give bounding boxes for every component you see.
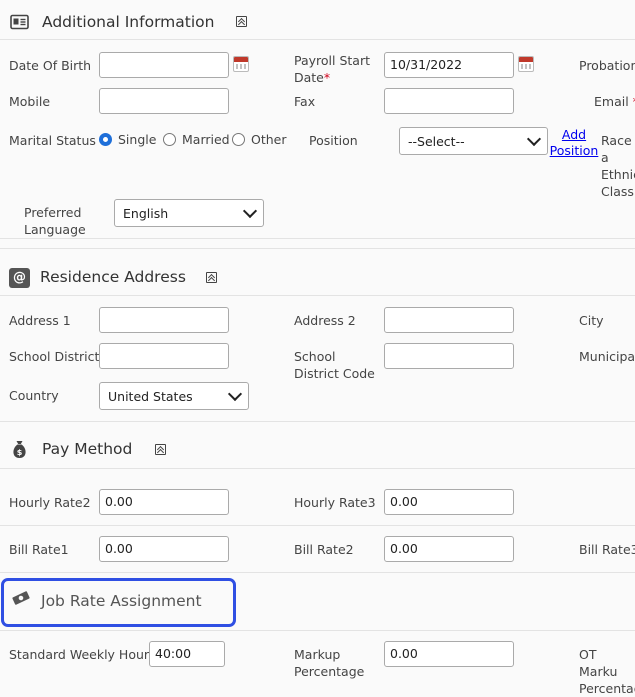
- email-label: Email *: [594, 93, 635, 110]
- date-of-birth-field[interactable]: [99, 52, 229, 78]
- divider: [0, 39, 635, 40]
- standard-weekly-hours-field[interactable]: 40:00: [149, 641, 225, 667]
- at-sign-icon: @: [9, 268, 30, 288]
- hourly-rate2-label: Hourly Rate2: [9, 495, 91, 510]
- preferred-language-label: Preferred Language: [24, 205, 86, 237]
- svg-text:$: $: [17, 448, 23, 457]
- calendar-icon[interactable]: [518, 56, 534, 72]
- school-district-code-field[interactable]: [384, 343, 514, 369]
- preferred-language-select[interactable]: English: [114, 199, 264, 227]
- payroll-start-date-label: Payroll Start Date*: [294, 52, 374, 86]
- divider: [0, 572, 635, 573]
- city-label: City: [579, 313, 604, 328]
- required-asterisk: *: [323, 70, 331, 85]
- divider: [0, 295, 635, 296]
- standard-weekly-hours-label: Standard Weekly Hours: [9, 647, 156, 662]
- id-card-icon: [10, 14, 29, 30]
- marital-status-label: Marital Status: [9, 133, 96, 148]
- mobile-label: Mobile: [9, 94, 51, 109]
- radio-other[interactable]: [232, 133, 245, 146]
- address-1-field[interactable]: [99, 307, 229, 333]
- divider: [0, 248, 635, 249]
- divider: [0, 468, 635, 469]
- collapse-residence-address-icon[interactable]: [206, 272, 217, 283]
- municipality-label: Municipall: [579, 349, 635, 364]
- preferred-language-value: English: [123, 205, 169, 221]
- country-label: Country: [9, 388, 59, 403]
- hourly-rate3-field[interactable]: 0.00: [384, 489, 514, 515]
- fax-field[interactable]: [384, 88, 514, 114]
- highlight-box: [1, 578, 236, 627]
- bill-rate1-field[interactable]: 0.00: [99, 536, 229, 562]
- collapse-additional-information-icon[interactable]: [236, 16, 247, 27]
- position-select[interactable]: --Select--: [399, 127, 548, 155]
- radio-married-label: Married: [182, 132, 230, 147]
- calendar-icon[interactable]: [233, 56, 249, 72]
- payroll-start-date-text: Payroll Start Date: [294, 53, 371, 85]
- hourly-rate2-field[interactable]: 0.00: [99, 489, 229, 515]
- collapse-pay-method-icon[interactable]: [155, 444, 166, 455]
- pay-method-title: Pay Method: [42, 440, 133, 458]
- bill-rate3-label: Bill Rate3: [579, 542, 635, 557]
- country-select[interactable]: United States: [99, 382, 249, 410]
- chevron-down-icon: [227, 386, 243, 402]
- divider: [0, 630, 635, 631]
- chevron-down-icon: [242, 203, 258, 219]
- markup-percentage-label: Markup Percentage: [294, 647, 365, 679]
- radio-single-label: Single: [118, 132, 157, 147]
- address-2-field[interactable]: [384, 307, 514, 333]
- school-district-code-label: School District Code: [294, 349, 375, 381]
- email-label-text: Email: [594, 94, 629, 109]
- divider: [0, 421, 635, 422]
- add-position-link[interactable]: Add Position: [549, 127, 599, 159]
- ot-markup-percentage-label: OT Marku Percentag: [579, 647, 635, 696]
- hourly-rate3-label: Hourly Rate3: [294, 495, 376, 510]
- radio-single[interactable]: [99, 133, 112, 146]
- chevron-down-icon: [526, 131, 542, 147]
- markup-percentage-field[interactable]: 0.00: [384, 641, 514, 667]
- bill-rate2-field[interactable]: 0.00: [384, 536, 514, 562]
- position-label: Position: [309, 133, 358, 148]
- address-2-label: Address 2: [294, 313, 356, 328]
- race-ethnic-label: Race a Ethnic Classifi: [601, 133, 635, 199]
- bill-rate2-label: Bill Rate2: [294, 542, 354, 557]
- mobile-field[interactable]: [99, 88, 229, 114]
- date-of-birth-label: Date Of Birth: [9, 58, 92, 73]
- residence-address-title: Residence Address: [40, 268, 186, 286]
- divider: [0, 238, 635, 239]
- radio-married[interactable]: [163, 133, 176, 146]
- money-bag-icon: $: [11, 440, 28, 459]
- school-district-field[interactable]: [99, 343, 229, 369]
- school-district-label: School District: [9, 349, 100, 364]
- fax-label: Fax: [294, 94, 316, 109]
- divider: [0, 525, 635, 526]
- address-1-label: Address 1: [9, 313, 71, 328]
- radio-other-label: Other: [251, 132, 287, 147]
- additional-information-title: Additional Information: [42, 13, 215, 31]
- bill-rate1-label: Bill Rate1: [9, 542, 69, 557]
- country-select-value: United States: [108, 388, 193, 404]
- position-select-value: --Select--: [408, 133, 465, 149]
- payroll-start-date-field[interactable]: 10/31/2022: [384, 52, 514, 78]
- probation-label: Probation: [579, 58, 635, 73]
